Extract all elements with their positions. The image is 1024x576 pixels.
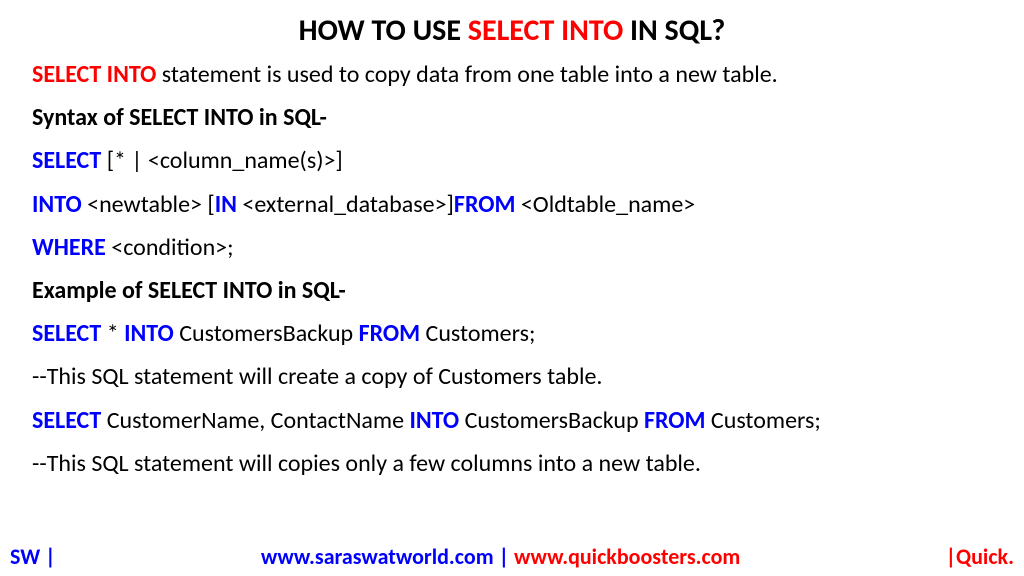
syntax-line-3: WHERE <condition>; [32, 232, 992, 263]
example-1: SELECT * INTO CustomersBackup FROM Custo… [32, 318, 992, 349]
ex1-select: SELECT [32, 319, 101, 348]
syntax2-t2: <external_database>] [237, 190, 454, 219]
ex2-select: SELECT [32, 406, 101, 435]
intro-text: statement is used to copy data from one … [156, 60, 777, 89]
intro-line: SELECT INTO statement is used to copy da… [32, 59, 992, 90]
title-post: IN SQL? [623, 12, 725, 49]
example-1-comment: --This SQL statement will create a copy … [32, 361, 992, 392]
title-pre: HOW TO USE [299, 12, 468, 49]
ex1-into: INTO [124, 319, 174, 348]
kw-into: INTO [32, 190, 82, 219]
syntax-heading: Syntax of SELECT INTO in SQL- [32, 102, 992, 133]
ex1-t1: * [101, 319, 124, 348]
page-title: HOW TO USE SELECT INTO IN SQL? [32, 12, 992, 49]
kw-from: FROM [454, 190, 516, 219]
syntax2-t1: <newtable> [ [82, 190, 215, 219]
ex1-t2: CustomersBackup [174, 319, 359, 348]
ex2-t3: Customers; [705, 406, 820, 435]
ex2-from: FROM [644, 406, 706, 435]
footer-url-2: www.quickboosters.com [514, 543, 740, 570]
ex1-from: FROM [359, 319, 421, 348]
ex2-into: INTO [409, 406, 459, 435]
syntax2-t3: <Oldtable_name> [515, 190, 695, 219]
footer-left: SW | [10, 543, 56, 570]
footer: SW | www.saraswatworld.com | www.quickbo… [0, 543, 1024, 570]
example-heading: Example of SELECT INTO in SQL- [32, 275, 992, 306]
example-2: SELECT CustomerName, ContactName INTO Cu… [32, 405, 992, 436]
ex2-t1: CustomerName, ContactName [101, 406, 409, 435]
intro-keyword: SELECT INTO [32, 60, 156, 89]
kw-where: WHERE [32, 233, 106, 262]
syntax-line-1: SELECT [* | <column_name(s)>] [32, 145, 992, 176]
title-red: SELECT INTO [468, 12, 623, 49]
syntax1-rest: [* | <column_name(s)>] [101, 146, 343, 175]
example-2-comment: --This SQL statement will copies only a … [32, 448, 992, 479]
footer-right: |Quick. [946, 543, 1014, 570]
syntax3-rest: <condition>; [106, 233, 234, 262]
kw-select: SELECT [32, 146, 101, 175]
footer-center: www.saraswatworld.com | www.quickbooster… [261, 543, 740, 570]
ex2-t2: CustomersBackup [459, 406, 644, 435]
syntax-line-2: INTO <newtable> [IN <external_database>]… [32, 189, 992, 220]
ex1-t3: Customers; [420, 319, 535, 348]
footer-url-1: www.saraswatworld.com | [261, 543, 514, 570]
kw-in: IN [215, 190, 237, 219]
